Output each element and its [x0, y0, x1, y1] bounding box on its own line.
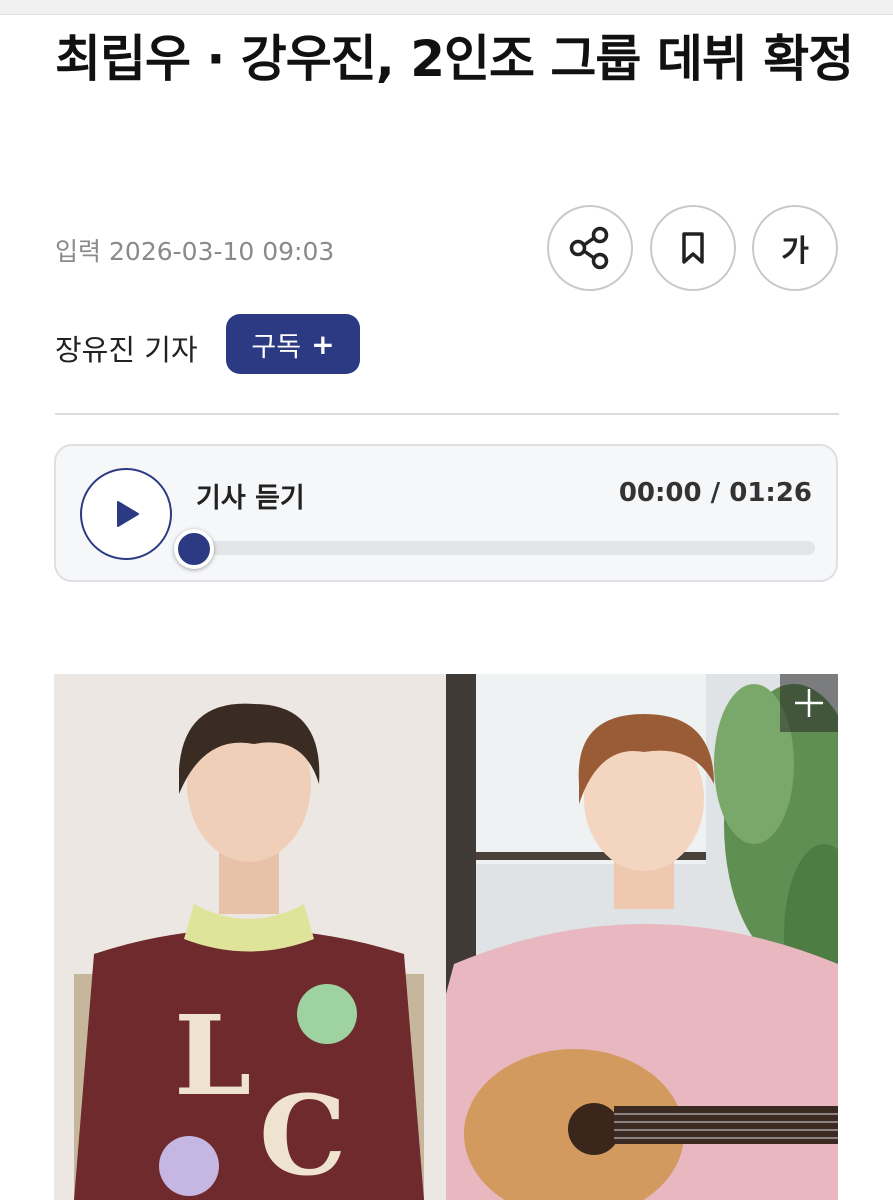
audio-progress-track[interactable]	[178, 541, 815, 555]
expand-photo-button[interactable]	[780, 674, 838, 732]
svg-text:L: L	[174, 991, 251, 1120]
font-size-label: 가	[781, 234, 809, 269]
plus-icon: +	[311, 327, 335, 361]
article-photo[interactable]: L C	[54, 674, 838, 1200]
subscribe-label: 구독	[251, 331, 302, 363]
share-button[interactable]	[547, 205, 633, 291]
share-icon	[569, 226, 609, 270]
reporter-name: 장유진 기자	[55, 333, 198, 367]
article-page: 최립우 · 강우진, 2인조 그룹 데뷔 확정 입력 2026-03-10 09:…	[0, 0, 893, 1200]
subscribe-button[interactable]: 구독 +	[226, 314, 360, 374]
publish-date: 입력 2026-03-10 09:03	[55, 232, 334, 268]
play-button[interactable]	[80, 468, 172, 560]
play-icon	[117, 501, 139, 527]
bookmark-button[interactable]	[650, 205, 736, 291]
bookmark-icon	[682, 232, 704, 264]
plus-icon	[795, 689, 823, 717]
article-photo-image: L C	[54, 674, 838, 1200]
date-value: 2026-03-10 09:03	[109, 237, 335, 266]
audio-progress-knob[interactable]	[174, 529, 214, 569]
audio-title: 기사 듣기	[196, 483, 305, 514]
date-label: 입력	[55, 237, 102, 266]
audio-time-separator: /	[710, 478, 721, 508]
audio-current-time: 00:00	[618, 478, 702, 508]
font-size-button[interactable]: 가	[752, 205, 838, 291]
article-headline: 최립우 · 강우진, 2인조 그룹 데뷔 확정	[55, 30, 854, 88]
top-bar	[0, 0, 893, 15]
audio-time: 00:00 / 01:26	[619, 478, 812, 508]
audio-duration: 01:26	[729, 478, 812, 508]
divider	[55, 413, 839, 415]
audio-player: 기사 듣기 00:00 / 01:26	[54, 444, 838, 582]
svg-text:C: C	[259, 1071, 347, 1200]
